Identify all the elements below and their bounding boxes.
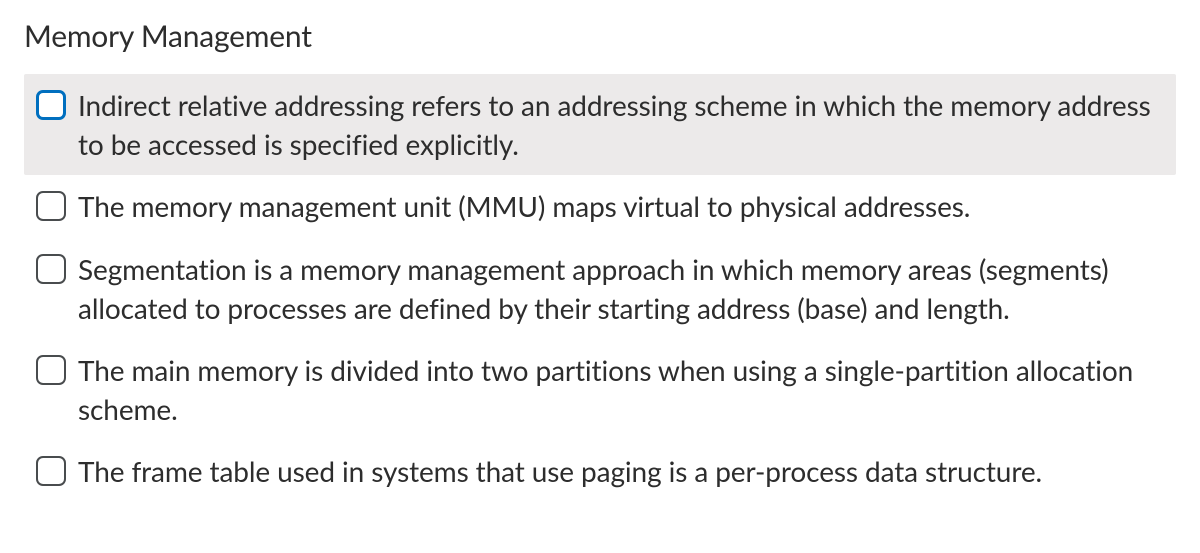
option-checkbox[interactable]: [36, 355, 66, 385]
option-row[interactable]: Segmentation is a memory management appr…: [24, 238, 1176, 339]
option-row[interactable]: The frame table used in systems that use…: [24, 440, 1176, 503]
options-list: Indirect relative addressing refers to a…: [24, 74, 1176, 503]
option-label[interactable]: The memory management unit (MMU) maps vi…: [78, 187, 970, 226]
option-label[interactable]: The main memory is divided into two part…: [78, 351, 1164, 428]
option-label[interactable]: Indirect relative addressing refers to a…: [78, 86, 1164, 163]
option-checkbox[interactable]: [36, 254, 66, 284]
option-label[interactable]: The frame table used in systems that use…: [78, 452, 1042, 491]
option-checkbox[interactable]: [36, 191, 66, 221]
question-title: Memory Management: [24, 18, 1176, 54]
question-block: Memory Management Indirect relative addr…: [24, 18, 1176, 503]
option-row[interactable]: Indirect relative addressing refers to a…: [24, 74, 1176, 175]
option-row[interactable]: The memory management unit (MMU) maps vi…: [24, 175, 1176, 238]
option-checkbox[interactable]: [36, 90, 66, 120]
option-checkbox[interactable]: [36, 456, 66, 486]
option-label[interactable]: Segmentation is a memory management appr…: [78, 250, 1164, 327]
option-row[interactable]: The main memory is divided into two part…: [24, 339, 1176, 440]
